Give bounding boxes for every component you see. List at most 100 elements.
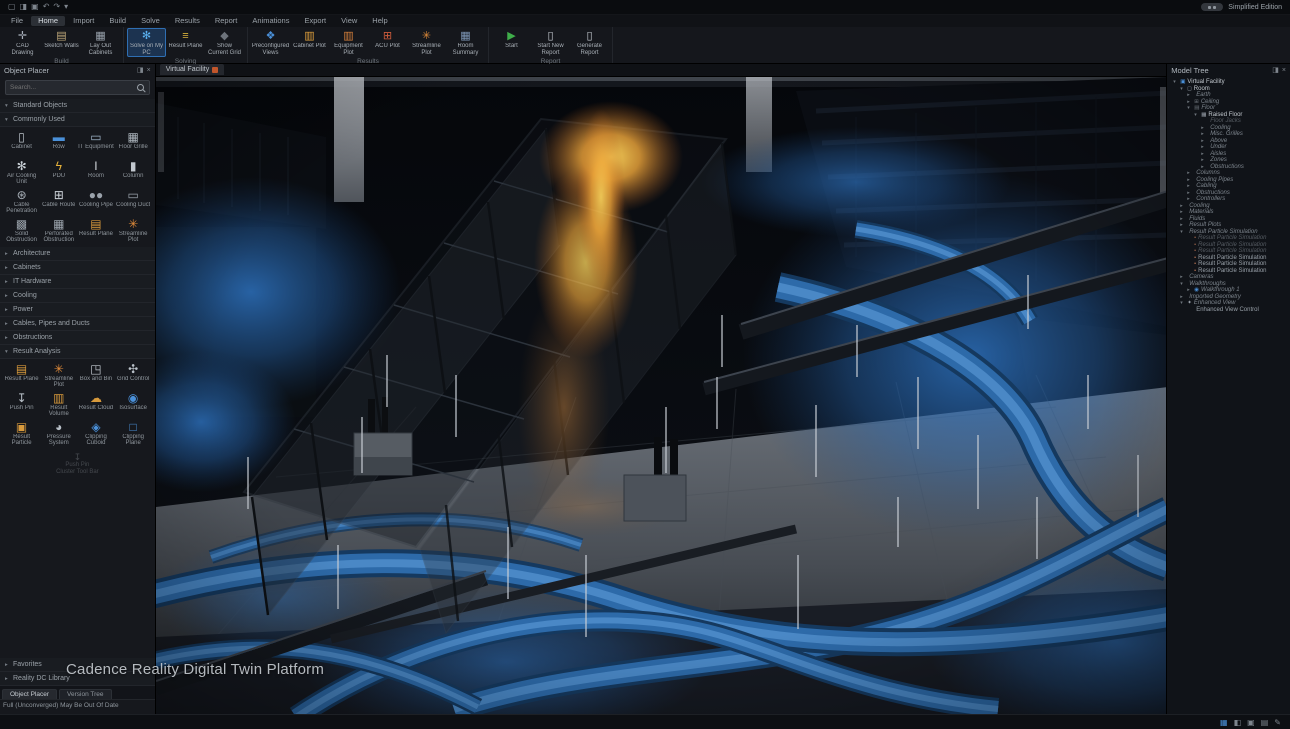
palette-item[interactable]: ◉Isosurface <box>115 390 152 418</box>
section-commonly-used[interactable]: ▾ Commonly Used <box>0 113 155 127</box>
quick-access-icon[interactable]: ◨ <box>20 3 28 11</box>
palette-item[interactable]: ▭IT Equipment <box>77 129 114 157</box>
palette-item[interactable]: ◈Clipping Cuboid <box>77 419 114 447</box>
tree-expander[interactable]: ▸ <box>1187 196 1192 202</box>
statusbar-icon[interactable]: ▣ <box>1247 718 1255 727</box>
quick-access-icon[interactable]: ↶ <box>43 3 50 11</box>
ribbon-button[interactable]: ◆Show Current Grid <box>205 28 244 57</box>
tree-expander[interactable]: ▾ <box>1194 112 1199 118</box>
palette-item[interactable]: ▦Floor Grille <box>115 129 152 157</box>
palette-item[interactable]: ▥Result Volume <box>40 390 77 418</box>
palette-item[interactable]: ◕Pressure System <box>40 419 77 447</box>
palette-item[interactable]: ▬Row <box>40 129 77 157</box>
section-standard-objects[interactable]: ▾ Standard Objects <box>0 99 155 113</box>
ribbon-button[interactable]: ✻Solve on My PC <box>127 28 166 57</box>
ribbon-button[interactable]: ▥Cabinet Plot <box>290 28 329 57</box>
quick-access-icon[interactable]: ↷ <box>53 3 60 11</box>
tree-expander[interactable]: ▾ <box>1173 79 1178 85</box>
viewport-tab[interactable]: Virtual Facility <box>160 64 224 75</box>
quick-access-icon[interactable]: ▢ <box>8 3 16 11</box>
ribbon-button[interactable]: ▦Lay Out Cabinets <box>81 28 120 57</box>
section-header[interactable]: ▸Cabinets <box>0 261 155 275</box>
tree-expander[interactable]: ▸ <box>1180 222 1185 228</box>
menu-item[interactable]: Import <box>66 16 101 26</box>
search-input[interactable] <box>6 81 149 94</box>
palette-item[interactable]: ▦Perforated Obstruction <box>40 216 77 244</box>
viewport-3d-scene[interactable] <box>156 77 1166 714</box>
tree-expander[interactable]: ▾ <box>1187 105 1192 111</box>
ribbon-button[interactable]: ≡Result Plane <box>166 28 205 57</box>
menu-item[interactable]: Export <box>297 16 333 26</box>
tree-expander[interactable]: ▸ <box>1201 151 1206 157</box>
tree-expander[interactable]: ▸ <box>1180 203 1185 209</box>
section-header[interactable]: ▸Cooling <box>0 289 155 303</box>
menu-item[interactable]: Help <box>365 16 394 26</box>
tree-item[interactable]: Enhanced View Control <box>1169 307 1290 314</box>
palette-item[interactable]: ▭Cooling Duct <box>115 187 152 215</box>
ribbon-button[interactable]: ❖Preconfigured Views <box>251 28 290 57</box>
palette-item[interactable]: ⊞Cable Route <box>40 187 77 215</box>
tree-expander[interactable]: ▸ <box>1187 177 1192 183</box>
palette-item[interactable]: ▣Result Particle Simulation <box>3 419 40 447</box>
palette-item[interactable]: ⊛Cable Penetration <box>3 187 40 215</box>
tree-expander[interactable]: ▸ <box>1201 164 1206 170</box>
tree-expander[interactable]: ▸ <box>1187 170 1192 176</box>
palette-item[interactable]: ✻Air Cooling Unit <box>3 158 40 186</box>
dock-icon[interactable]: ◨ <box>137 67 144 75</box>
tree-expander[interactable]: ▸ <box>1180 216 1185 222</box>
menu-item[interactable]: View <box>334 16 364 26</box>
tree-expander[interactable]: ▸ <box>1187 92 1192 98</box>
palette-item[interactable]: ●●Cooling Pipe <box>77 187 114 215</box>
ribbon-button[interactable]: ▯Start New Report <box>531 28 570 57</box>
section-result-analysis[interactable]: ▾ Result Analysis <box>0 345 155 359</box>
tab-close-icon[interactable] <box>212 67 218 73</box>
tree-expander[interactable]: ▸ <box>1180 209 1185 215</box>
ribbon-button[interactable]: ▤Sketch Walls <box>42 28 81 57</box>
dock-icon[interactable]: ◨ <box>1272 67 1279 75</box>
menu-item[interactable]: Solve <box>134 16 167 26</box>
quick-access-icon[interactable]: ▣ <box>31 3 39 11</box>
menu-item[interactable]: Build <box>102 16 133 26</box>
menu-item[interactable]: File <box>4 16 30 26</box>
section-header[interactable]: ▸Power <box>0 303 155 317</box>
menu-item[interactable]: Home <box>31 16 65 26</box>
section-header[interactable]: ▸IT Hardware <box>0 275 155 289</box>
palette-item[interactable]: ▩Solid Obstruction <box>3 216 40 244</box>
tree-expander[interactable]: ▸ <box>1201 157 1206 163</box>
section-header[interactable]: ▸Obstructions <box>0 331 155 345</box>
palette-item[interactable]: ▤Result Plane <box>77 216 114 244</box>
palette-item[interactable]: ◳Box and Bin <box>77 361 114 389</box>
tree-expander[interactable]: ▸ <box>1187 99 1192 105</box>
palette-item[interactable]: ↧Push Pin <box>3 390 40 418</box>
tree-expander[interactable]: ▾ <box>1180 86 1185 92</box>
tree-expander[interactable]: ▸ <box>1187 183 1192 189</box>
tree-expander[interactable]: ▸ <box>1201 138 1206 144</box>
tree-expander[interactable]: ▾ <box>1180 281 1185 287</box>
statusbar-icon[interactable]: ▦ <box>1220 718 1228 727</box>
tree-expander[interactable]: ▸ <box>1187 287 1192 293</box>
statusbar-icon[interactable]: ◧ <box>1234 718 1242 727</box>
palette-item[interactable]: ▤Result Plane <box>3 361 40 389</box>
tree-expander[interactable]: ▸ <box>1187 190 1192 196</box>
statusbar-icon[interactable]: ✎ <box>1274 718 1281 727</box>
palette-item[interactable]: ✳Streamline Plot <box>40 361 77 389</box>
menu-item[interactable]: Results <box>168 16 207 26</box>
menu-item[interactable]: Animations <box>245 16 296 26</box>
quick-access-icon[interactable]: ▾ <box>64 3 68 11</box>
palette-item[interactable]: ϟPDU <box>40 158 77 186</box>
tree-expander[interactable]: ▾ <box>1180 300 1185 306</box>
ribbon-button[interactable]: ⊞ACU Plot <box>368 28 407 57</box>
palette-item[interactable]: □Clipping Plane <box>115 419 152 447</box>
menu-item[interactable]: Report <box>208 16 245 26</box>
tree-expander[interactable]: ▸ <box>1201 144 1206 150</box>
search-icon[interactable] <box>137 84 144 91</box>
section-header[interactable]: ▸Cables, Pipes and Ducts <box>0 317 155 331</box>
panel-tab[interactable]: Object Placer <box>2 689 57 699</box>
ribbon-button[interactable]: ▦Room Summary <box>446 28 485 57</box>
ribbon-button[interactable]: ▥Equipment Plot <box>329 28 368 57</box>
close-icon[interactable]: × <box>1282 67 1286 75</box>
palette-item[interactable]: IRoom <box>77 158 114 186</box>
palette-item[interactable]: ☁Result Cloud <box>77 390 114 418</box>
ribbon-button[interactable]: ▯Generate Report <box>570 28 609 57</box>
ribbon-button[interactable]: ✛CAD Drawing <box>3 28 42 57</box>
